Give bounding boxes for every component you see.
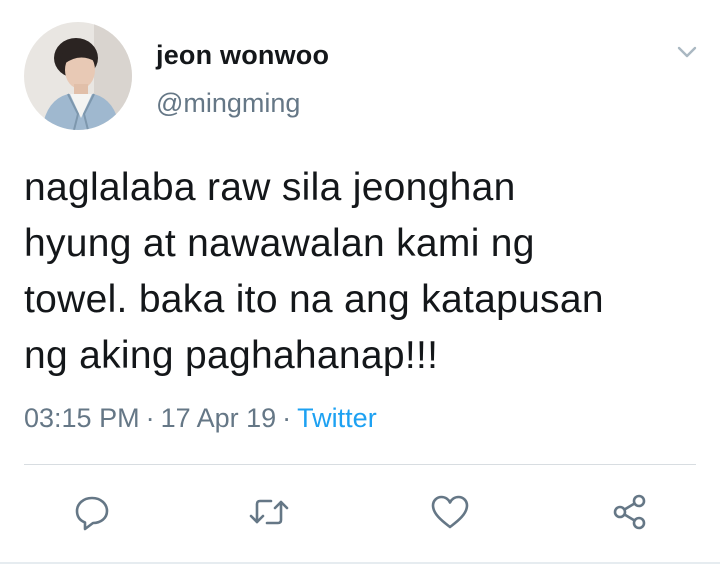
tweet-time: 03:15 PM [24,403,140,433]
meta-separator: · [282,403,292,433]
share-icon [613,494,646,530]
avatar-image [24,22,132,130]
avatar[interactable] [24,22,132,130]
reply-button[interactable] [70,490,114,534]
tweet-text-line: towel. baka ito na ang katapusan [24,278,604,321]
tweet-text: naglalaba raw sila jeonghan hyung at naw… [24,160,694,384]
tweet-metadata: 03:15 PM · 17 Apr 19 · Twitter [24,403,377,434]
like-button[interactable] [428,490,472,534]
share-button[interactable] [608,490,652,534]
tweet-date: 17 Apr 19 [160,403,277,433]
tweet-source-link[interactable]: Twitter [297,403,377,433]
reply-icon [75,496,109,531]
meta-separator: · [145,403,155,433]
tweet-text-line: ng aking paghahanap!!! [24,334,439,377]
user-handle[interactable]: @mingming [156,88,300,119]
tweet-text-line: naglalaba raw sila jeonghan [24,166,516,209]
display-name[interactable]: jeon wonwoo [156,40,329,71]
tweet-card: jeon wonwoo @mingming naglalaba raw sila… [0,0,720,564]
tweet-text-line: hyung at nawawalan kami ng [24,222,535,265]
like-icon [431,495,469,529]
retweet-icon [249,499,289,525]
divider [24,464,696,465]
retweet-button[interactable] [247,490,291,534]
chevron-down-icon[interactable] [672,40,702,64]
